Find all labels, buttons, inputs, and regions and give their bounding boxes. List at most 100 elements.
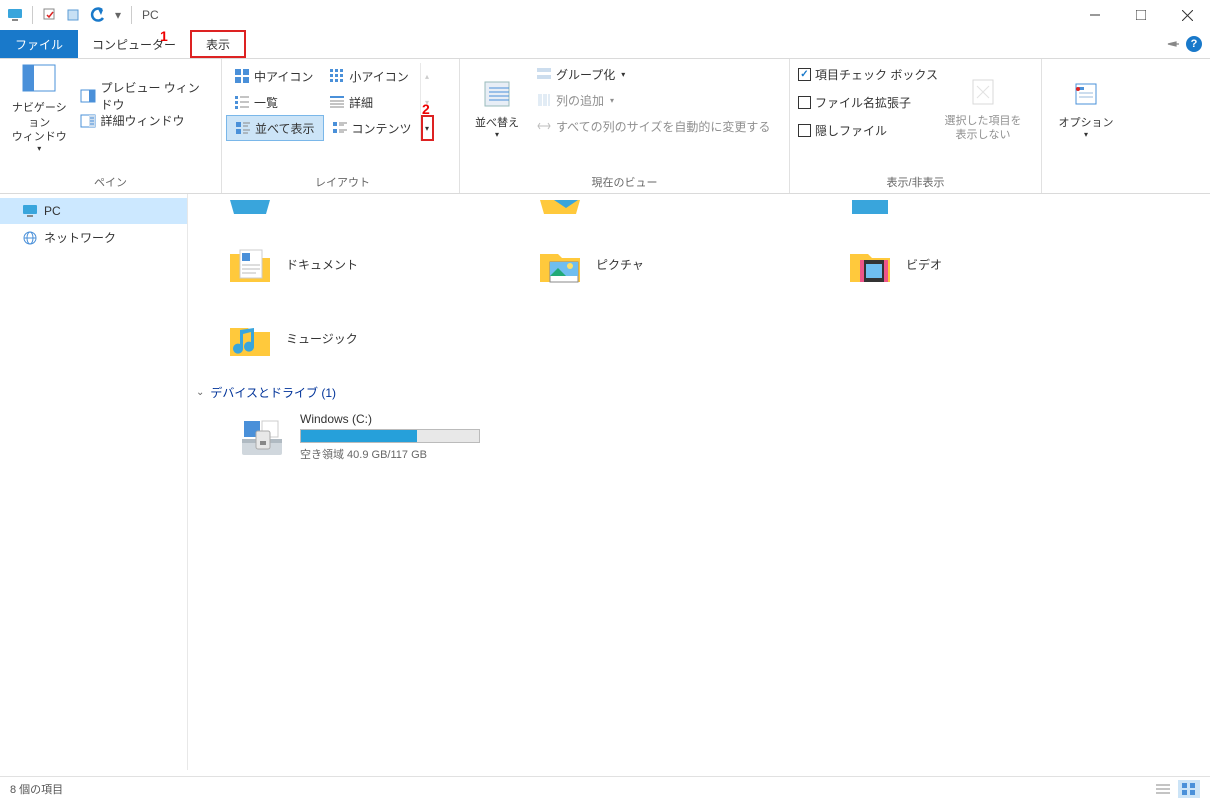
music-folder-icon	[226, 314, 274, 362]
chevron-down-icon: ▾	[610, 96, 614, 105]
sort-icon	[479, 76, 515, 112]
drive-usage-bar	[300, 429, 480, 443]
group-by-button[interactable]: グループ化 ▾	[530, 63, 776, 85]
ribbon-tabs: ファイル コンピューター 1 表示 ?	[0, 30, 1210, 58]
folder-pictures[interactable]: ピクチャ	[536, 236, 846, 292]
details-pane-button[interactable]: 詳細ウィンドウ	[74, 110, 213, 132]
details-pane-icon	[80, 113, 96, 129]
folder-item[interactable]	[846, 198, 1156, 218]
filename-extensions-toggle[interactable]: ファイル名拡張子	[798, 91, 938, 113]
close-button[interactable]	[1164, 0, 1210, 30]
qat-dropdown-icon[interactable]: ▾	[111, 4, 125, 26]
minimize-button[interactable]	[1072, 0, 1118, 30]
layout-scroll-up[interactable]: ▴	[421, 63, 434, 89]
title-bar: ▾ PC	[0, 0, 1210, 30]
preview-pane-button[interactable]: プレビュー ウィンドウ	[74, 85, 213, 107]
nav-network[interactable]: ネットワーク	[0, 224, 187, 251]
item-checkboxes-toggle[interactable]: 項目チェック ボックス	[798, 63, 938, 85]
tab-file[interactable]: ファイル	[0, 30, 78, 58]
drive-c[interactable]: Windows (C:) 空き領域 40.9 GB/117 GB	[236, 411, 1192, 463]
status-bar: 8 個の項目	[0, 776, 1210, 800]
small-icons-icon	[329, 68, 345, 84]
layout-small-icons[interactable]: 小アイコン	[321, 63, 416, 89]
folder-videos[interactable]: ビデオ	[846, 236, 1156, 292]
add-columns-icon	[536, 92, 552, 108]
help-icon[interactable]: ?	[1186, 36, 1202, 52]
content-icon	[332, 120, 348, 136]
nav-pc[interactable]: PC	[0, 198, 187, 224]
size-all-columns-button[interactable]: すべての列のサイズを自動的に変更する	[530, 115, 776, 137]
layout-list[interactable]: 一覧	[226, 89, 321, 115]
options-icon	[1068, 76, 1104, 112]
group-layout: 中アイコン 小アイコン 一覧 詳細 並べて表示 コンテンツ ▴ ▾ ▾ 2 レイ…	[222, 59, 460, 193]
pictures-folder-icon	[536, 240, 584, 288]
folder-item[interactable]	[226, 198, 536, 218]
chevron-down-icon: ▾	[1084, 130, 1088, 140]
layout-content[interactable]: コンテンツ	[324, 115, 420, 141]
group-show-hide: 項目チェック ボックス ファイル名拡張子 隠しファイル 選択した項目を 表示しな…	[790, 59, 1042, 193]
navigation-pane-button[interactable]: ナビゲーション ウィンドウ ▾	[8, 63, 70, 153]
annotation-marker-2: 2	[422, 101, 430, 117]
drive-name: Windows (C:)	[300, 412, 480, 426]
devices-section-header[interactable]: ⌄ デバイスとドライブ (1)	[196, 384, 1192, 401]
group-layout-title: レイアウト	[226, 171, 459, 191]
group-options: オプション ▾	[1042, 59, 1130, 193]
folder-icon	[226, 202, 274, 214]
documents-folder-icon	[226, 240, 274, 288]
ribbon: ナビゲーション ウィンドウ ▾ プレビュー ウィンドウ 詳細ウィンドウ ペイン …	[0, 58, 1210, 194]
annotation-marker-1: 1	[160, 28, 168, 44]
main-area: PC ネットワーク ドキュメント ピクチャ	[0, 194, 1210, 770]
folder-icon	[536, 202, 584, 214]
folder-documents[interactable]: ドキュメント	[226, 236, 536, 292]
maximize-button[interactable]	[1118, 0, 1164, 30]
chevron-down-icon: ▾	[621, 70, 625, 79]
chevron-down-icon: ▾	[495, 130, 499, 140]
layout-tiles[interactable]: 並べて表示	[226, 115, 324, 141]
view-details-button[interactable]	[1152, 780, 1174, 798]
chevron-down-icon: ⌄	[196, 387, 204, 398]
group-pane: ナビゲーション ウィンドウ ▾ プレビュー ウィンドウ 詳細ウィンドウ ペイン	[0, 59, 222, 193]
tab-view[interactable]: 表示	[190, 30, 246, 58]
navigation-pane-icon	[21, 61, 57, 97]
network-icon	[22, 230, 38, 246]
folder-icon	[846, 202, 894, 214]
tab-computer[interactable]: コンピューター	[78, 30, 190, 58]
new-folder-icon[interactable]	[63, 4, 85, 26]
view-large-icons-button[interactable]	[1178, 780, 1200, 798]
pin-icon[interactable]	[1166, 37, 1180, 51]
pc-icon	[22, 203, 38, 219]
details-icon	[329, 94, 345, 110]
folder-music[interactable]: ミュージック	[226, 310, 536, 366]
sort-button[interactable]: 並べ替え ▾	[468, 63, 526, 153]
navigation-pane: PC ネットワーク	[0, 194, 188, 770]
tiles-icon	[235, 120, 251, 136]
add-columns-button[interactable]: 列の追加 ▾	[530, 89, 776, 111]
folder-item[interactable]	[536, 198, 846, 218]
list-icon	[234, 94, 250, 110]
options-button[interactable]: オプション ▾	[1051, 63, 1121, 153]
drive-icon	[236, 411, 288, 463]
window-title: PC	[142, 8, 159, 22]
checkbox-icon	[798, 124, 811, 137]
group-current-view: 並べ替え ▾ グループ化 ▾ 列の追加 ▾ すべての列のサイズを自動的に変更する	[460, 59, 790, 193]
checkbox-checked-icon	[798, 68, 811, 81]
group-icon	[536, 66, 552, 82]
videos-folder-icon	[846, 240, 894, 288]
hide-selected-button[interactable]: 選択した項目を 表示しない	[938, 63, 1028, 153]
preview-pane-icon	[80, 88, 96, 104]
layout-expand-button[interactable]: ▾	[421, 115, 434, 141]
group-pane-title: ペイン	[8, 171, 213, 191]
pc-icon[interactable]	[4, 4, 26, 26]
quick-access-toolbar: ▾	[4, 4, 136, 26]
undo-icon[interactable]	[87, 4, 109, 26]
hidden-items-toggle[interactable]: 隠しファイル	[798, 119, 938, 141]
content-pane: ドキュメント ピクチャ ビデオ ミュージック ⌄ デバイスとドライブ (1)	[188, 194, 1210, 770]
autosize-columns-icon	[536, 118, 552, 134]
item-count: 8 個の項目	[10, 781, 63, 797]
checkbox-icon	[798, 96, 811, 109]
medium-icons-icon	[234, 68, 250, 84]
layout-medium-icons[interactable]: 中アイコン	[226, 63, 321, 89]
layout-details[interactable]: 詳細	[321, 89, 416, 115]
properties-icon[interactable]	[39, 4, 61, 26]
drive-info: Windows (C:) 空き領域 40.9 GB/117 GB	[300, 412, 480, 462]
